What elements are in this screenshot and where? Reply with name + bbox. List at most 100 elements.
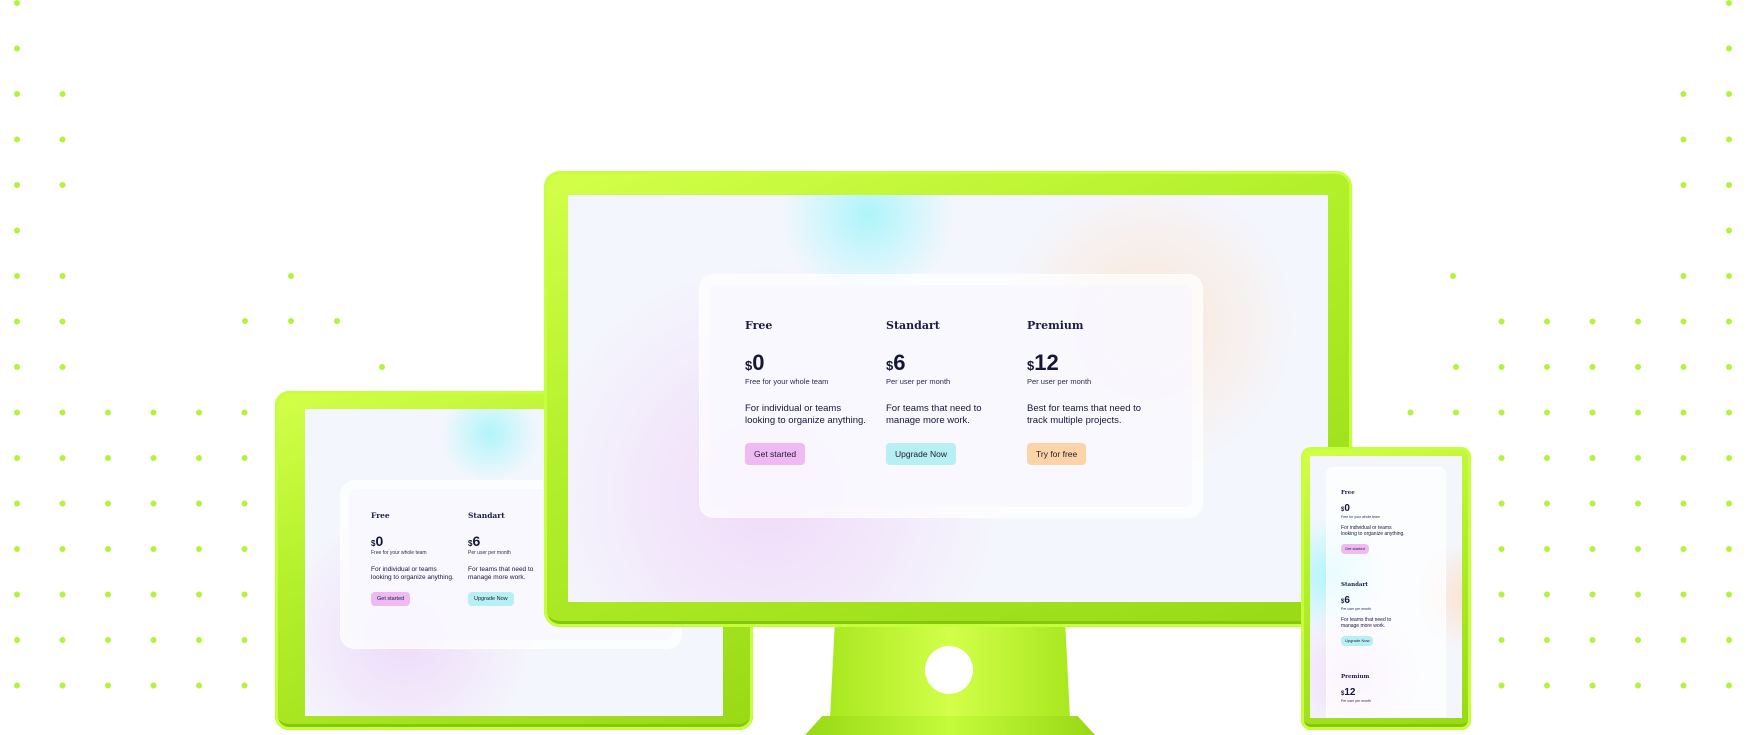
decorative-dot [14,182,20,188]
price-note: Per user per month [1341,607,1371,611]
decorative-dot [1726,318,1732,325]
decorative-dot [105,500,111,507]
decorative-dot [59,136,66,143]
decorative-dot [1726,182,1732,188]
plan-price: $6 [1341,596,1391,606]
decorative-dot [150,409,157,416]
decorative-dot [14,227,20,234]
description-line: For teams that need to [468,566,534,573]
decorative-dot [1680,364,1687,370]
plan-price: $0 [1341,504,1405,514]
decorative-dot [14,591,20,598]
decorative-dot [1726,227,1732,234]
decorative-dot [14,45,20,52]
decorative-dot [241,591,248,598]
decorative-dot [1680,318,1687,325]
decorative-dot [1726,364,1732,370]
decorative-dot [1498,546,1505,552]
decorative-dot [1680,455,1687,461]
decorative-dot [150,500,157,507]
description-line: manage more work. [1341,623,1386,629]
phone-screen: Free $0 Free for your whole team For ind… [1310,456,1462,718]
decorative-dot [14,546,20,552]
plan-standart: Standart $6 Per user per month For teams… [1341,582,1391,647]
decorative-dot [1407,409,1414,416]
decorative-dot [1589,364,1596,370]
decorative-dot [1635,637,1641,643]
get-started-button[interactable]: Get started [1341,544,1369,554]
decorative-dot [1635,318,1641,325]
decorative-dot [1726,273,1732,279]
decorative-dot [150,637,157,643]
decorative-dot [241,682,248,689]
plan-description: For teams that need to manage more work. [1341,617,1391,629]
decorative-dot [105,682,111,689]
try-for-free-button[interactable]: Try for free [1027,443,1087,465]
decorative-dot [1589,546,1596,552]
decorative-dot [196,637,202,643]
get-started-button[interactable]: Get started [745,443,806,465]
decorative-dot [1680,546,1687,552]
monitor-screen: Free $0 Free for your whole team For ind… [568,195,1328,602]
plan-description: For individual or teams looking to organ… [745,403,866,427]
decorative-dot [1544,546,1550,552]
decorative-dot [1498,318,1505,325]
description-line: manage more work. [886,415,970,426]
decorative-dot [1635,409,1641,416]
decorative-dot [1726,45,1732,52]
plan-price: $12 [1341,688,1371,698]
decorative-dot [1544,591,1550,598]
decorative-dot [14,0,20,6]
upgrade-now-button[interactable]: Upgrade Now [886,443,956,465]
decorative-dot [59,591,66,598]
decorative-dot [196,409,202,416]
decorative-dot [14,455,20,461]
decorative-dot [241,409,248,416]
decorative-dot [196,546,202,552]
description-line: looking to organize anything. [1341,531,1405,537]
decorative-dot [1726,136,1732,143]
decorative-dot [334,318,340,324]
decorative-dot [1589,591,1596,598]
plan-name: Standart [1341,582,1368,588]
decorative-dot [241,455,248,461]
decorative-dot [1635,455,1641,461]
decorative-dot [196,682,202,689]
decorative-dot [1680,682,1687,689]
upgrade-now-button[interactable]: Upgrade Now [1341,636,1374,646]
decorative-dot [379,364,385,370]
upgrade-now-button[interactable]: Upgrade Now [468,592,514,606]
decorative-dot [1680,136,1687,143]
price-value: 0 [1344,503,1350,514]
pricing-card: Free $0 Free for your whole team For ind… [700,275,1202,517]
description-line: looking to organize anything. [745,415,866,426]
decorative-dot [59,364,66,370]
price-note: Per user per month [1027,377,1092,386]
decorative-dot [1544,500,1550,507]
decorative-dot [14,91,20,97]
decorative-dot [14,637,20,643]
phone-device: Free $0 Free for your whole team For ind… [1301,447,1471,730]
decorative-dot [59,455,66,461]
decorative-dot [1589,455,1596,461]
plan-name: Free [745,319,773,332]
plan-description: For teams that need to manage more work. [468,566,533,582]
decorative-dot [1589,682,1596,689]
decorative-dot [242,318,248,324]
plan-free: Free $0 Free for your whole team For ind… [745,319,866,465]
decorative-dot [288,318,294,324]
decorative-dot [1589,637,1596,643]
decorative-dot [1635,591,1641,598]
decorative-dot [1680,637,1687,643]
plan-price: $0 [371,534,454,548]
decorative-dot [1450,273,1456,279]
plan-name: Standart [886,319,940,332]
get-started-button[interactable]: Get started [371,592,411,606]
decorative-dot [150,455,157,461]
decorative-dot [1726,0,1732,6]
plan-free: Free $0 Free for your whole team For ind… [371,511,454,606]
plan-free: Free $0 Free for your whole team For ind… [1341,490,1405,555]
decorative-dot [14,682,20,689]
plan-description: For individual or teams looking to organ… [1341,525,1405,537]
decorative-dot [1635,500,1641,507]
